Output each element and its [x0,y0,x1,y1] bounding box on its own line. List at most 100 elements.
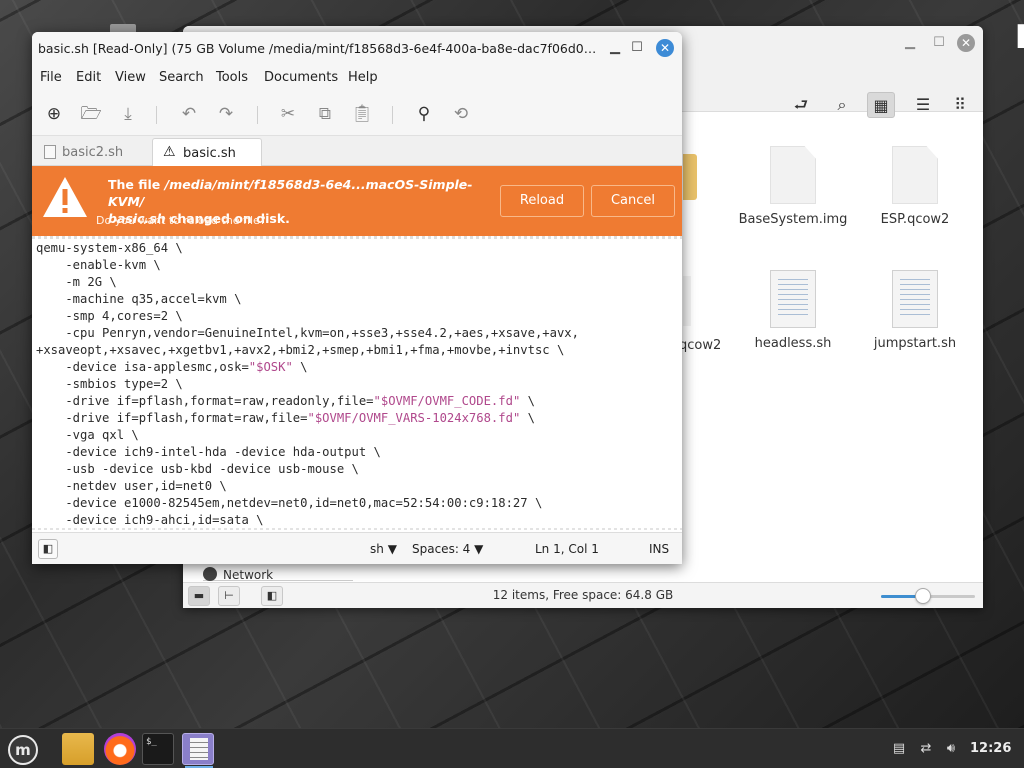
file-item[interactable]: headless.sh [738,270,848,351]
files-launcher-icon[interactable] [62,733,94,765]
save-icon[interactable]: ⤓ [116,102,140,126]
editor-statusbar: ◧ sh ▼ Spaces: 4 ▼ Ln 1, Col 1 INS [32,532,682,564]
close-button[interactable]: ✕ [957,34,975,52]
reload-button[interactable]: Reload [500,185,584,217]
paste-icon[interactable]: 📋︎ [350,102,374,126]
new-document-icon[interactable]: ⊕ [42,102,66,126]
menu-tools[interactable]: Tools [216,70,248,85]
toolbar-separator [392,106,393,124]
tree-view-icon[interactable]: ⊢ [218,586,240,606]
minimize-button[interactable]: ▁ [901,34,919,52]
search-icon[interactable]: ⚲ [412,102,436,126]
zoom-slider[interactable] [881,588,975,604]
network-icon [203,567,217,581]
code-line: -vga qxl \ [36,428,139,442]
sidebar-item-label: Network [223,568,274,582]
code-line: -device ich9-ahci,id=sata \ [36,513,264,527]
file-item[interactable]: BaseSystem.img [738,146,848,227]
search-icon[interactable]: ⌕ [828,92,856,118]
clock[interactable]: 12:26 [970,741,1011,756]
tab-width-selector[interactable]: Spaces: 4 ▼ [412,542,483,556]
file-item[interactable]: ESP.qcow2 [860,146,970,227]
language-selector[interactable]: sh ▼ [370,542,397,556]
terminal-launcher-icon[interactable]: $_ [142,733,174,765]
open-folder-icon[interactable]: 🗁 [79,102,103,126]
tab-basic2-sh[interactable]: basic2.sh [32,138,133,166]
divider [32,528,682,530]
code-line: -drive if=pflash,format=raw,readonly,fil… [36,394,535,408]
toggle-sidebar-icon[interactable]: ◧ [261,586,283,606]
mint-menu-icon[interactable]: m [8,735,38,765]
text-editor-window: basic.sh [Read-Only] (75 GB Volume /medi… [32,32,682,564]
chevron-down-icon: ▼ [387,542,397,556]
file-name: BaseSystem.img [738,212,848,227]
tab-width-label: Spaces: 4 [412,542,471,556]
toolbar-separator [257,106,258,124]
code-editor[interactable]: qemu-system-x86_64 \ -enable-kvm \ -m 2G… [36,240,678,528]
divider [32,236,682,239]
sidebar-item-network[interactable]: Network [203,567,353,582]
menu-bar: File Edit View Search Tools Documents He… [32,64,682,92]
undo-icon[interactable]: ↶ [177,102,201,126]
places-icon[interactable]: ▬ [188,586,210,606]
language-label: sh [370,542,384,556]
file-icon [770,146,816,204]
menu-help[interactable]: Help [348,70,378,85]
folder-icon[interactable] [683,154,697,200]
menu-view[interactable]: View [115,70,146,85]
icon-view-button[interactable]: ▦ [867,92,895,118]
code-line: -device isa-applesmc,osk="$OSK" \ [36,360,308,374]
document-icon [190,738,208,760]
editor-toolbar: ⊕ 🗁 ⤓ ↶ ↷ ✂ ⧉ 📋︎ ⚲ ⟲ [32,92,682,136]
zoom-slider-handle[interactable] [915,588,932,604]
chevron-down-icon: ▼ [474,542,484,556]
replace-icon[interactable]: ⟲ [449,102,473,126]
maximize-button[interactable]: ☐ [930,34,948,52]
network-tray-icon[interactable]: ⇄ [918,741,934,757]
status-text: 12 items, Free space: 64.8 GB [492,588,674,602]
menu-file[interactable]: File [40,70,62,85]
code-line: -m 2G \ [36,275,117,289]
tab-label: basic2.sh [62,145,124,160]
infobar-question: Do you want to reload the file? [96,214,266,227]
code-line: qemu-system-x86_64 \ [36,241,183,255]
script-file-icon [770,270,816,328]
code-line: -cpu Penryn,vendor=GenuineIntel,kvm=on,+… [36,326,579,340]
text-editor-taskbar-icon[interactable] [182,733,214,768]
maximize-button[interactable]: ☐ [628,39,646,57]
insert-mode: INS [649,542,670,556]
code-line: -device e1000-82545em,netdev=net0,id=net… [36,496,543,510]
code-line: -netdev user,id=net0 \ [36,479,227,493]
menu-documents[interactable]: Documents [264,70,338,85]
infobar-message-prefix: The file [108,177,165,192]
minimize-button[interactable]: ▁ [606,39,624,57]
menu-edit[interactable]: Edit [76,70,101,85]
taskbar: m $_ ▤ ⇄ 🔊︎ 12:26 [0,728,1024,768]
open-terminal-icon[interactable]: ⮐ [787,92,815,118]
tab-label: basic.sh [183,146,236,161]
cut-icon[interactable]: ✂ [276,102,300,126]
code-string: "$OVMF/OVMF_VARS-1024x768.fd" [307,411,521,425]
code-string: "$OVMF/OVMF_CODE.fd" [373,394,521,408]
code-line: -device ich9-intel-hda -device hda-outpu… [36,445,381,459]
notes-tray-icon[interactable]: ▤ [891,741,907,757]
warning-icon: ⚠ [163,144,176,160]
redo-icon[interactable]: ↷ [214,102,238,126]
warning-icon [43,177,87,217]
volume-icon[interactable]: 🔊︎ [943,741,959,757]
list-view-button[interactable]: ☰ [909,92,937,118]
firefox-launcher-icon[interactable] [104,733,136,765]
file-item[interactable]: jumpstart.sh [860,270,970,351]
file-icon[interactable] [683,276,691,326]
side-panel-toggle-icon[interactable]: ◧ [38,539,58,559]
editor-titlebar: basic.sh [Read-Only] (75 GB Volume /medi… [32,32,682,64]
code-string: "$OSK" [248,360,293,374]
compact-view-button[interactable]: ⠿ [946,92,974,118]
tab-basic-sh[interactable]: ⚠ basic.sh [152,138,262,166]
menu-search[interactable]: Search [159,70,204,85]
cancel-button[interactable]: Cancel [591,185,675,217]
file-name[interactable]: qcow2 [679,338,729,353]
document-icon [44,145,56,159]
copy-icon[interactable]: ⧉ [313,102,337,126]
close-button[interactable]: ✕ [656,39,674,57]
